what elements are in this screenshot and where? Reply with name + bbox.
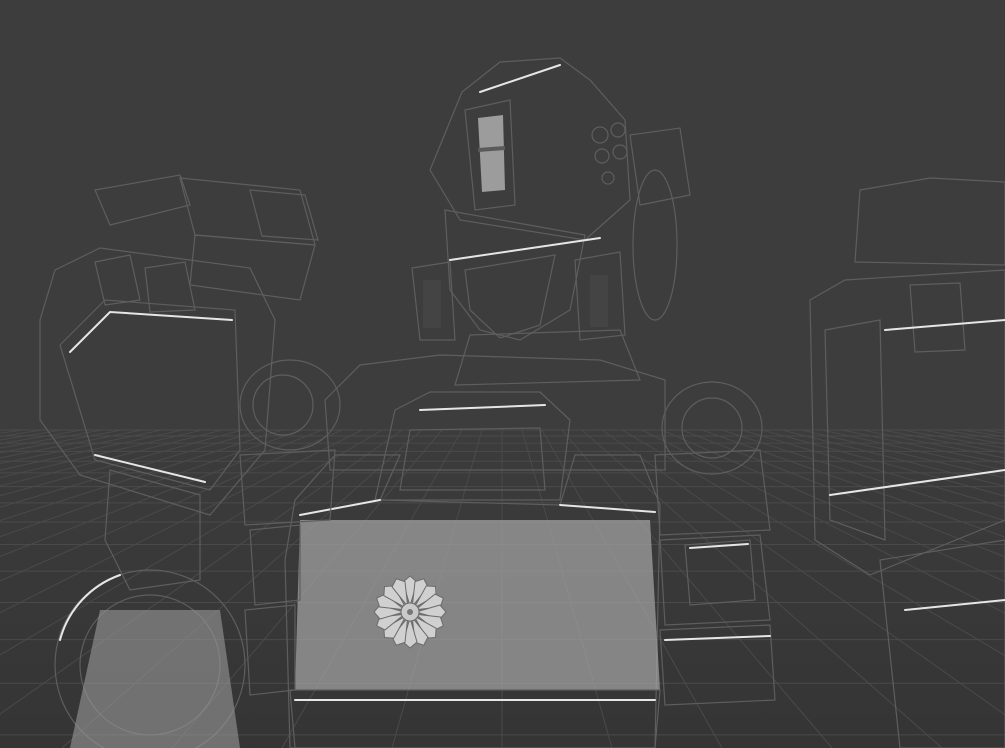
chrysanthemum-emblem-icon	[373, 575, 447, 649]
3d-viewport[interactable]	[0, 0, 1005, 748]
viewport-scene[interactable]	[0, 0, 1005, 748]
robot-torso[interactable]	[284, 354, 666, 748]
robot-head[interactable]	[411, 57, 691, 386]
